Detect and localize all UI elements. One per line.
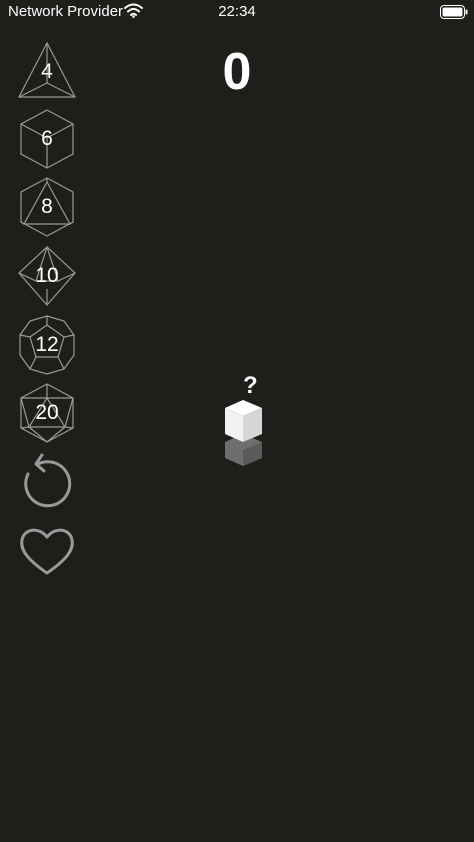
- die-d8-button[interactable]: 8: [16, 176, 78, 238]
- favorite-button[interactable]: [16, 520, 78, 582]
- die-label: 10: [35, 264, 59, 287]
- reset-button[interactable]: [16, 452, 78, 514]
- status-time: 22:34: [218, 3, 256, 20]
- die-label: 12: [35, 333, 59, 356]
- cube-die-icon: [225, 400, 262, 466]
- status-bar: Network Provider 22:34: [0, 0, 474, 24]
- die-d4-button[interactable]: 4: [16, 40, 78, 102]
- die-d6-button[interactable]: 6: [16, 108, 78, 170]
- die-d12-button[interactable]: 12: [16, 314, 78, 376]
- battery-icon: [440, 5, 468, 19]
- roll-result-area[interactable]: ?: [215, 370, 275, 470]
- reset-icon: [24, 453, 72, 508]
- die-label: 6: [41, 127, 53, 150]
- die-d20-button[interactable]: 20: [16, 382, 78, 444]
- die-label: 8: [41, 195, 53, 218]
- die-label: 20: [35, 401, 59, 424]
- die-d10-button[interactable]: 10: [16, 245, 78, 307]
- score-display: 0: [222, 43, 252, 101]
- heart-icon: [20, 528, 74, 575]
- die-label: 4: [41, 60, 53, 83]
